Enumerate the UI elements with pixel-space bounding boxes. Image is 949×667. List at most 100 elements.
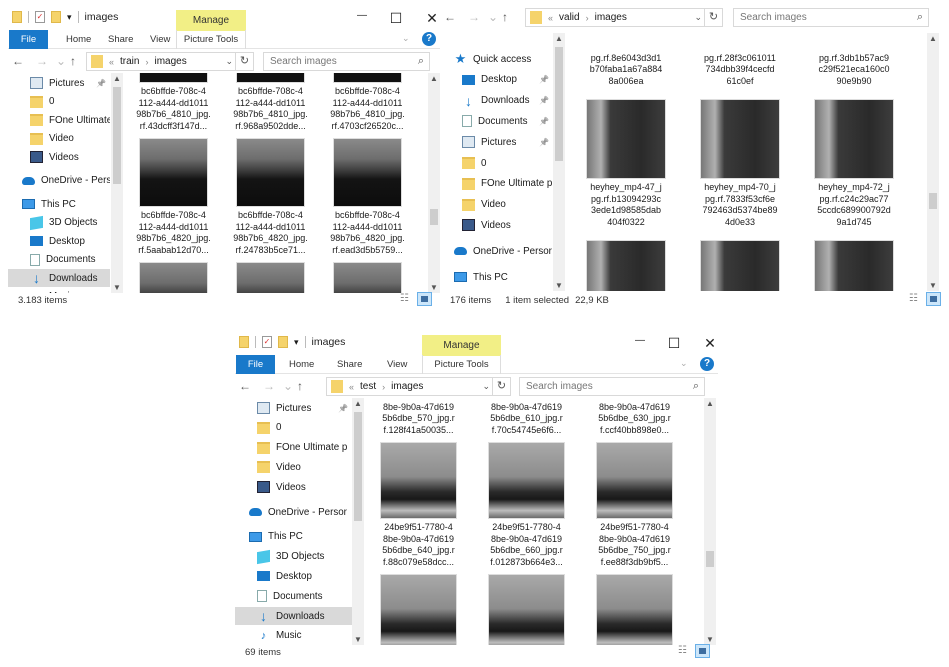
refresh-button[interactable]: ↻: [492, 378, 510, 395]
address-bar[interactable]: « train › images ⌄ ↻: [86, 52, 254, 71]
file-tile[interactable]: [217, 263, 324, 293]
large-icons-view-icon[interactable]: [417, 292, 432, 306]
breadcrumb-current[interactable]: images: [391, 381, 423, 392]
file-tile[interactable]: 24be9f51-7780-4 8be-9b0a-47d619 5b6dbe_750…: [577, 443, 692, 568]
sidebar-item-videos[interactable]: Videos: [235, 478, 352, 496]
tab-share[interactable]: Share: [102, 30, 139, 49]
file-tile[interactable]: 8be-9b0a-47d619 5b6dbe_570_jpg.r f.128f41a…: [367, 398, 476, 436]
file-tile[interactable]: [567, 241, 685, 291]
expand-ribbon-icon[interactable]: ⌄: [402, 33, 410, 44]
sidebar-item-this-pc[interactable]: This PC: [8, 195, 110, 213]
maximize-button[interactable]: ☐: [664, 335, 684, 352]
sidebar-item-documents[interactable]: Documents: [8, 251, 110, 269]
scroll-up-icon[interactable]: ▲: [927, 34, 939, 43]
file-tile[interactable]: pg.rf.8e6043d3d1 b70faba1a67a884 8a006ea: [567, 33, 685, 87]
up-button[interactable]: ↑: [297, 379, 303, 393]
scrollbar-thumb[interactable]: [929, 192, 937, 209]
sidebar-item-desktop[interactable]: Desktop 📌: [440, 71, 553, 89]
file-tile[interactable]: [314, 263, 421, 293]
sidebar-item-0[interactable]: 0: [440, 154, 553, 172]
scroll-up-icon[interactable]: ▲: [704, 399, 716, 408]
scroll-down-icon[interactable]: ▼: [553, 281, 565, 290]
file-tile[interactable]: [577, 575, 692, 645]
file-tile[interactable]: heyhey_mp4-70_j pg.rf.7833f53cf6e 792463d5…: [681, 100, 799, 228]
address-dropdown-icon[interactable]: ⌄: [694, 12, 702, 23]
tab-file[interactable]: File: [236, 355, 275, 374]
sidebar-item-3d-objects[interactable]: 3D Objects: [235, 548, 352, 566]
tab-file[interactable]: File: [9, 30, 48, 49]
expand-ribbon-icon[interactable]: ⌄: [680, 358, 688, 369]
breadcrumb-overflow[interactable]: «: [548, 13, 553, 23]
scroll-down-icon[interactable]: ▼: [428, 283, 440, 292]
file-tile[interactable]: [367, 575, 476, 645]
scroll-down-icon[interactable]: ▼: [352, 635, 364, 644]
address-dropdown-icon[interactable]: ⌄: [482, 381, 490, 392]
file-tile[interactable]: 24be9f51-7780-4 8be-9b0a-47d619 5b6dbe_640…: [367, 443, 476, 568]
file-tile[interactable]: 8be-9b0a-47d619 5b6dbe_630_jpg.r f.ccf40bb…: [577, 398, 692, 436]
new-folder-icon[interactable]: [278, 336, 288, 348]
back-button[interactable]: ←: [12, 54, 24, 68]
scroll-up-icon[interactable]: ▲: [428, 74, 440, 83]
file-tile[interactable]: heyhey_mp4-72_j pg.rf.c24c29ac77 5ccdc6899…: [795, 100, 913, 228]
sidebar-item-quick-access[interactable]: ★ Quick access: [440, 50, 553, 68]
file-tile[interactable]: bc6bffde-708c-4 112-a444-dd1011 98b7b6_481…: [217, 73, 324, 132]
navigation-pane-scrollbar[interactable]: ▲ ▼: [553, 33, 565, 291]
file-tile[interactable]: pg.rf.28f3c061011 734dbb39f4cecfd 61c0ef: [681, 33, 799, 87]
sidebar-item-desktop[interactable]: Desktop: [8, 232, 110, 250]
file-list-scrollbar[interactable]: ▲ ▼: [927, 33, 939, 291]
search-input[interactable]: Search images ⌕: [263, 52, 430, 71]
refresh-button[interactable]: ↻: [704, 9, 722, 26]
sidebar-item-video[interactable]: Video: [8, 130, 110, 148]
sidebar-item-music[interactable]: ♪ Music: [235, 627, 352, 645]
sidebar-item-music[interactable]: ♪ Music: [8, 288, 110, 294]
file-tile[interactable]: 8be-9b0a-47d619 5b6dbe_610_jpg.r f.70c5474…: [469, 398, 584, 436]
recent-locations-icon[interactable]: ⌄: [283, 379, 293, 393]
large-icons-view-icon[interactable]: [926, 292, 941, 306]
scrollbar-thumb[interactable]: [555, 47, 563, 161]
address-bar[interactable]: « valid › images ⌄ ↻: [525, 8, 723, 27]
tab-picture-tools[interactable]: Picture Tools: [422, 355, 501, 374]
recent-locations-icon[interactable]: ⌄: [488, 10, 498, 24]
scroll-up-icon[interactable]: ▲: [352, 399, 364, 408]
properties-icon[interactable]: ✓: [262, 336, 272, 348]
sidebar-item-downloads[interactable]: ↓ Downloads 📌: [440, 92, 553, 110]
customize-dropdown-icon[interactable]: ▾: [67, 12, 72, 23]
sidebar-item-0[interactable]: 0: [8, 93, 110, 111]
tab-picture-tools[interactable]: Picture Tools: [176, 30, 246, 49]
breadcrumb-parent[interactable]: test: [360, 381, 376, 392]
scrollbar-thumb[interactable]: [706, 551, 714, 568]
file-tile[interactable]: [681, 241, 799, 291]
back-button[interactable]: ←: [239, 379, 251, 393]
sidebar-item-fone-ultimate-p[interactable]: FOne Ultimate p: [235, 439, 352, 457]
new-folder-icon[interactable]: [51, 11, 61, 23]
breadcrumb-overflow[interactable]: «: [109, 57, 114, 67]
details-view-icon[interactable]: ☷: [678, 644, 692, 657]
navigation-pane-scrollbar[interactable]: ▲ ▼: [352, 398, 364, 645]
refresh-button[interactable]: ↻: [235, 53, 253, 70]
sidebar-item-fone-ultimate-p[interactable]: FOne Ultimate p: [8, 111, 110, 129]
forward-button[interactable]: →: [468, 10, 480, 24]
sidebar-item-onedrive-persor[interactable]: OneDrive - Persor: [8, 172, 110, 190]
address-bar[interactable]: « test › images ⌄ ↻: [326, 377, 511, 396]
search-input[interactable]: Search images ⌕: [519, 377, 705, 396]
file-tile[interactable]: bc6bffde-708c-4 112-a444-dd1011 98b7b6_481…: [130, 73, 227, 132]
tab-view[interactable]: View: [381, 355, 413, 374]
help-icon[interactable]: ?: [700, 357, 714, 371]
file-tile[interactable]: 24be9f51-7780-4 8be-9b0a-47d619 5b6dbe_660…: [469, 443, 584, 568]
breadcrumb-parent[interactable]: valid: [559, 12, 580, 23]
file-tile[interactable]: pg.rf.3db1b57ac9 c29f521eca160c0 90e9b90: [795, 33, 913, 87]
tab-home[interactable]: Home: [60, 30, 97, 49]
file-tile[interactable]: heyhey_mp4-47_j pg.rf.b13094293c 3ede1d985…: [567, 100, 685, 228]
sidebar-item-fone-ultimate-p[interactable]: FOne Ultimate p: [440, 175, 553, 193]
scrollbar-thumb[interactable]: [113, 87, 121, 184]
forward-button[interactable]: →: [263, 379, 275, 393]
tab-view[interactable]: View: [144, 30, 176, 49]
sidebar-item-desktop[interactable]: Desktop: [235, 567, 352, 585]
breadcrumb-current[interactable]: images: [154, 56, 186, 67]
breadcrumb-parent[interactable]: train: [120, 56, 139, 67]
customize-dropdown-icon[interactable]: ▾: [294, 337, 299, 348]
address-dropdown-icon[interactable]: ⌄: [225, 56, 233, 67]
help-icon[interactable]: ?: [422, 32, 436, 46]
file-tile[interactable]: [795, 241, 913, 291]
scrollbar-thumb[interactable]: [354, 412, 362, 521]
